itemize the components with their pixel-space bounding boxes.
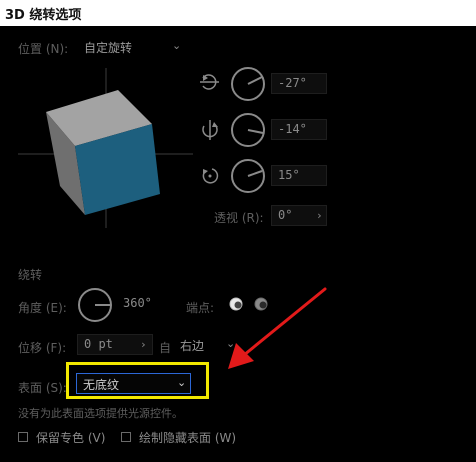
rotate-x-value: -27° xyxy=(278,76,307,90)
offset-label: 位移 (F): xyxy=(18,341,67,355)
checkbox-box[interactable] xyxy=(121,432,131,442)
rotate-y-value: -14° xyxy=(278,122,307,136)
rotate-x-icon xyxy=(200,74,219,90)
draw-hidden-label: 绘制隐藏表面 (W) xyxy=(139,431,237,445)
annotation-arrow xyxy=(228,287,327,369)
angle-label: 角度 (E): xyxy=(18,301,67,315)
cap-label: 端点: xyxy=(186,301,215,315)
preserve-spot-checkbox[interactable]: 保留专色 (V) xyxy=(18,429,118,445)
chevron-right-icon[interactable]: › xyxy=(316,206,323,225)
position-dropdown[interactable]: 自定旋转 ⌄ xyxy=(78,36,188,56)
angle-input[interactable]: 360° xyxy=(117,294,173,315)
chevron-right-icon[interactable]: › xyxy=(140,335,147,354)
surface-dropdown[interactable]: 无底纹 ⌄ xyxy=(76,373,191,394)
rotate-x-dial[interactable] xyxy=(230,66,266,102)
checkbox-box[interactable] xyxy=(18,432,28,442)
perspective-value: 0° xyxy=(278,208,293,222)
perspective-label: 透视 (R): xyxy=(214,211,264,225)
rotate-y-dial[interactable] xyxy=(230,112,266,148)
offset-value: 0 pt xyxy=(84,337,113,351)
surface-value: 无底纹 xyxy=(83,378,120,392)
rotate-y-input[interactable]: -14° xyxy=(271,119,327,140)
surface-label: 表面 (S): xyxy=(18,381,67,395)
window-title: 3D 绕转选项 xyxy=(5,8,82,23)
rotate-z-dial[interactable] xyxy=(230,158,266,194)
cube-preview[interactable] xyxy=(18,68,193,228)
rotate-x-input[interactable]: -27° xyxy=(271,73,327,94)
angle-dial[interactable] xyxy=(77,287,113,323)
rotate-z-value: 15° xyxy=(278,168,300,182)
revolve-section-label: 绕转 xyxy=(18,268,43,282)
rotate-y-icon xyxy=(202,120,218,140)
from-label: 自 xyxy=(159,341,172,355)
offset-input[interactable]: 0 pt › xyxy=(77,334,153,355)
draw-hidden-checkbox[interactable]: 绘制隐藏表面 (W) xyxy=(121,429,251,445)
surface-note: 没有为此表面选项提供光源控件。 xyxy=(18,407,183,420)
from-value: 右边 xyxy=(180,339,205,353)
position-value: 自定旋转 xyxy=(84,41,133,55)
perspective-input[interactable]: 0° › xyxy=(271,205,327,226)
rotate-z-icon xyxy=(202,168,219,184)
chevron-down-icon: ⌄ xyxy=(177,376,187,389)
position-label: 位置 (N): xyxy=(18,42,69,56)
rotate-z-input[interactable]: 15° xyxy=(271,165,327,186)
chevron-down-icon: ⌄ xyxy=(172,39,182,52)
preserve-spot-label: 保留专色 (V) xyxy=(36,431,106,445)
angle-value: 360° xyxy=(123,296,152,310)
